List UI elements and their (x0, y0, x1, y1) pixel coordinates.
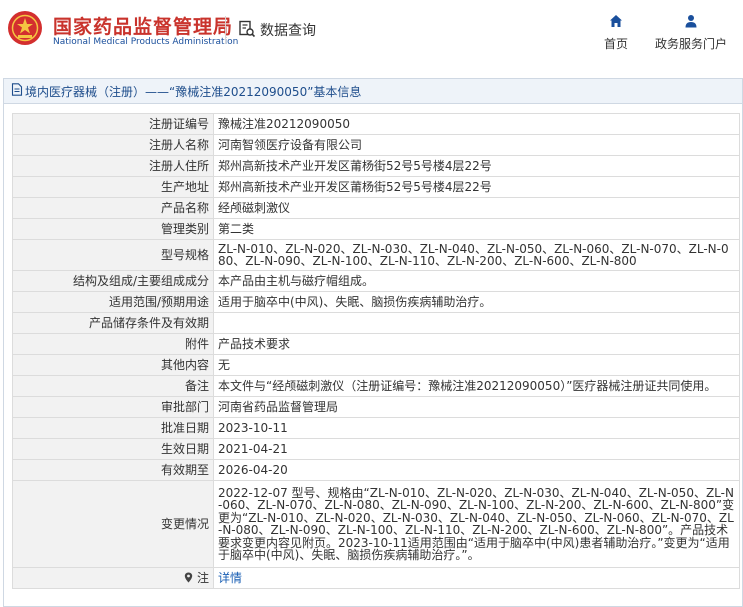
nav-home[interactable]: 首页 (599, 14, 633, 52)
card-title: 境内医疗器械（注册）——“豫械注准20212090050”基本信息 (25, 84, 362, 99)
table-row: 附件 产品技术要求 (12, 333, 740, 355)
table-row: 产品储存条件及有效期 (12, 312, 740, 334)
nav-service-portal[interactable]: 政务服务门户 (653, 14, 729, 52)
user-icon (653, 14, 729, 31)
table-row: 审批部门 河南省药品监督管理局 (12, 396, 740, 418)
field-value: 河南省药品监督管理局 (213, 396, 740, 418)
field-value-note: 详情 (213, 567, 740, 589)
field-value: 河南智领医疗设备有限公司 (213, 134, 740, 156)
table-row: 生效日期 2021-04-21 (12, 438, 740, 460)
table-row: 其他内容 无 (12, 354, 740, 376)
field-value: 豫械注准20212090050 (213, 113, 740, 135)
table-row: 有效期至 2026-04-20 (12, 459, 740, 481)
field-label-note: 注 (12, 567, 214, 589)
table-row: 适用范围/预期用途 适用于脑卒中(中风)、失眠、脑损伤疾病辅助治疗。 (12, 291, 740, 313)
field-label: 有效期至 (12, 459, 214, 481)
location-pin-icon (184, 571, 197, 585)
field-value: 无 (213, 354, 740, 376)
table-row: 注 详情 (12, 567, 740, 589)
table-row: 注册人住所 郑州高新技术产业开发区莆杨街52号5号楼4层22号 (12, 155, 740, 177)
nmpa-emblem-logo (8, 11, 42, 45)
field-label: 审批部门 (12, 396, 214, 418)
field-label: 其他内容 (12, 354, 214, 376)
table-row: 备注 本文件与“经颅磁刺激仪（注册证编号：豫械注准20212090050）”医疗… (12, 375, 740, 397)
field-value: 经颅磁刺激仪 (213, 197, 740, 219)
field-label: 注册证编号 (12, 113, 214, 135)
table-row: 管理类别 第二类 (12, 218, 740, 240)
field-label: 附件 (12, 333, 214, 355)
site-header: 国家药品监督管理局 National Medical Products Admi… (0, 0, 743, 64)
card-title-bar: 境内医疗器械（注册）——“豫械注准20212090050”基本信息 (4, 79, 742, 104)
field-label: 注册人住所 (12, 155, 214, 177)
nav-home-label: 首页 (603, 37, 628, 51)
data-query-link[interactable]: 数据查询 (238, 20, 316, 40)
field-value: ZL-N-010、ZL-N-020、ZL-N-030、ZL-N-040、ZL-N… (213, 239, 740, 271)
field-label: 备注 (12, 375, 214, 397)
table-row: 型号规格 ZL-N-010、ZL-N-020、ZL-N-030、ZL-N-040… (12, 239, 740, 271)
details-link[interactable]: 详情 (218, 571, 242, 585)
table-row: 批准日期 2023-10-11 (12, 417, 740, 439)
field-label: 结构及组成/主要组成成分 (12, 270, 214, 292)
nav-service-label: 政务服务门户 (654, 37, 727, 51)
field-label: 型号规格 (12, 239, 214, 271)
field-value: 本产品由主机与磁疗帽组成。 (213, 270, 740, 292)
table-row: 产品名称 经颅磁刺激仪 (12, 197, 740, 219)
field-label: 变更情况 (12, 480, 214, 568)
data-query-label: 数据查询 (260, 23, 316, 39)
field-value: 郑州高新技术产业开发区莆杨街52号5号楼4层22号 (213, 155, 740, 177)
field-value: 适用于脑卒中(中风)、失眠、脑损伤疾病辅助治疗。 (213, 291, 740, 313)
home-icon (599, 14, 633, 31)
header-divider (225, 16, 226, 44)
field-label: 生产地址 (12, 176, 214, 198)
field-label: 适用范围/预期用途 (12, 291, 214, 313)
brand-name-cn[interactable]: 国家药品监督管理局 (53, 12, 233, 39)
document-icon (11, 83, 23, 99)
field-label: 管理类别 (12, 218, 214, 240)
field-label: 生效日期 (12, 438, 214, 460)
field-label: 批准日期 (12, 417, 214, 439)
field-value: 本文件与“经颅磁刺激仪（注册证编号：豫械注准20212090050）”医疗器械注… (213, 375, 740, 397)
table-row: 注册人名称 河南智领医疗设备有限公司 (12, 134, 740, 156)
field-value: 2021-04-21 (213, 438, 740, 460)
field-label: 产品储存条件及有效期 (12, 312, 214, 334)
device-info-table: 注册证编号 豫械注准20212090050 注册人名称 河南智领医疗设备有限公司… (12, 113, 740, 589)
brand-name-en[interactable]: National Medical Products Administration (53, 37, 238, 47)
document-search-icon (238, 20, 256, 41)
device-info-card: 境内医疗器械（注册）——“豫械注准20212090050”基本信息 注册证编号 … (3, 78, 743, 607)
field-value: 第二类 (213, 218, 740, 240)
table-row: 注册证编号 豫械注准20212090050 (12, 113, 740, 135)
field-value (213, 312, 740, 334)
table-row: 生产地址 郑州高新技术产业开发区莆杨街52号5号楼4层22号 (12, 176, 740, 198)
field-value: 2023-10-11 (213, 417, 740, 439)
note-label: 注 (196, 570, 209, 585)
field-value: 郑州高新技术产业开发区莆杨街52号5号楼4层22号 (213, 176, 740, 198)
field-value: 2022-12-07 型号、规格由“ZL-N-010、ZL-N-020、ZL-N… (213, 480, 740, 568)
field-label: 产品名称 (12, 197, 214, 219)
table-row: 变更情况 2022-12-07 型号、规格由“ZL-N-010、ZL-N-020… (12, 480, 740, 568)
field-value: 2026-04-20 (213, 459, 740, 481)
table-row: 结构及组成/主要组成成分 本产品由主机与磁疗帽组成。 (12, 270, 740, 292)
field-value: 产品技术要求 (213, 333, 740, 355)
field-label: 注册人名称 (12, 134, 214, 156)
